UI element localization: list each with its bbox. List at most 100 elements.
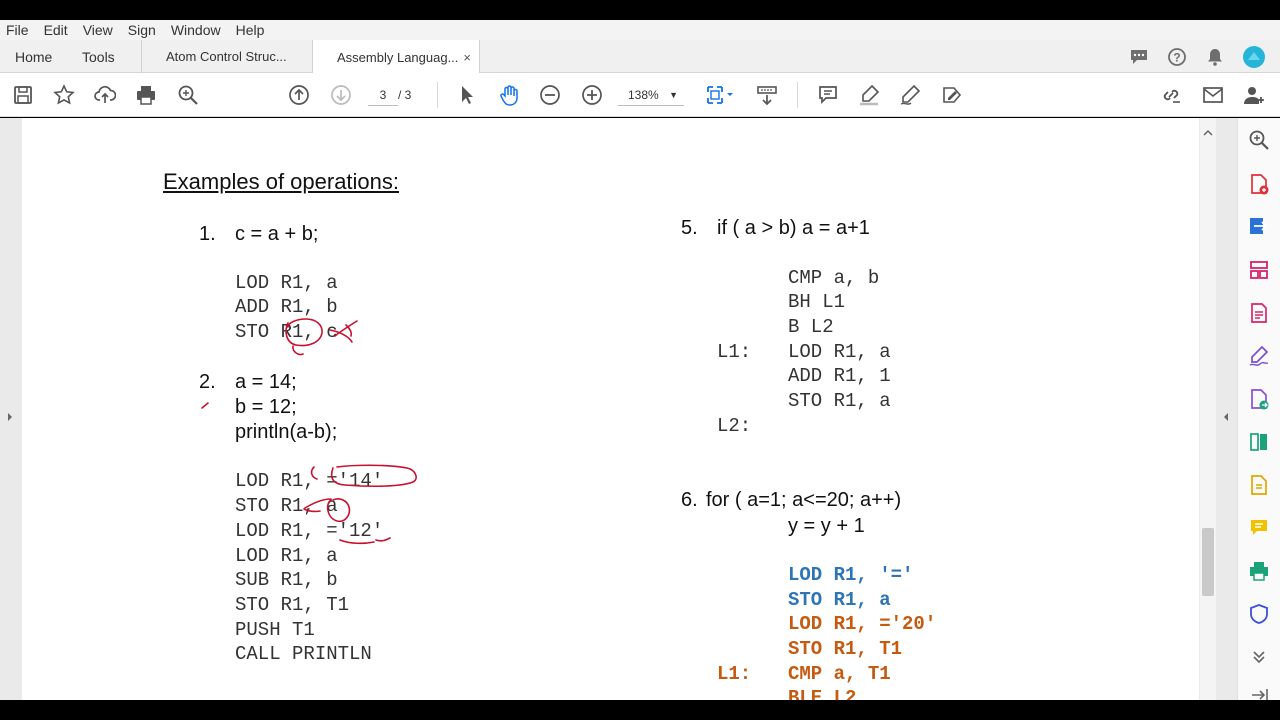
code-line: LOD R1, ='12' <box>235 520 384 542</box>
comment-bubble-icon[interactable] <box>1128 46 1150 68</box>
code-line: ADD R1, b <box>235 296 338 318</box>
bell-icon[interactable] <box>1204 46 1226 68</box>
code-line: STO R1, a <box>235 495 338 517</box>
create-pdf-icon[interactable] <box>1246 171 1272 197</box>
search-icon[interactable] <box>176 83 200 107</box>
example-body: y = y + 1 <box>788 515 865 537</box>
code-line: CALL PRINTLN <box>235 643 372 665</box>
code-line: LOD R1, ='14' <box>235 470 384 492</box>
example-number: 2. <box>199 371 216 393</box>
zoom-out-icon[interactable] <box>538 83 562 107</box>
example-statement: b = 12; <box>235 396 297 418</box>
menu-view[interactable]: View <box>83 22 113 38</box>
code-line: CMP a, b <box>788 267 880 289</box>
example-statement: a = 14; <box>235 371 297 393</box>
svg-text:?: ? <box>1173 51 1180 65</box>
tab-label: Assembly Languag... <box>337 49 459 65</box>
left-panel-toggle-icon[interactable] <box>5 410 15 424</box>
previous-page-icon[interactable] <box>287 83 311 107</box>
bookmark-star-icon[interactable] <box>52 83 76 107</box>
acrobat-window: File Edit View Sign Window Help Home Too… <box>0 0 1280 720</box>
code-line: STO R1, a <box>788 589 891 611</box>
menu-sign[interactable]: Sign <box>128 22 156 38</box>
draw-pencil-icon[interactable] <box>898 83 922 107</box>
code-label: L2: <box>717 415 752 437</box>
code-line: LOD R1, a <box>235 545 338 567</box>
code-line: BH L1 <box>788 291 846 313</box>
tab-tools[interactable]: Tools <box>82 40 115 73</box>
example-statement: if ( a > b) a = a+1 <box>717 217 870 239</box>
scroll-mode-icon[interactable] <box>755 83 779 107</box>
zoom-select[interactable]: 138% ▼ <box>618 84 684 106</box>
page-number-input[interactable]: 3 <box>368 84 398 106</box>
code-label: L1: <box>717 663 752 685</box>
page-heading: Examples of operations: <box>163 169 400 194</box>
highlight-pen-icon[interactable] <box>857 83 881 107</box>
tab-document-assembly-language[interactable]: Assembly Languag... × <box>312 40 480 74</box>
close-tab-icon[interactable]: × <box>463 50 471 65</box>
example-statement: for ( a=1; a<=20; a++) <box>706 489 902 511</box>
toolbar-divider <box>797 82 798 108</box>
tab-document-atom-control[interactable]: Atom Control Struc... <box>141 40 311 73</box>
organize-pages-icon[interactable] <box>1246 257 1272 283</box>
menu-file[interactable]: File <box>6 22 29 38</box>
print-icon[interactable] <box>134 83 158 107</box>
export-pdf-icon[interactable] <box>1246 213 1272 239</box>
combine-files-icon[interactable] <box>1246 429 1272 455</box>
help-icon[interactable]: ? <box>1166 46 1188 68</box>
code-line: STO R1, T1 <box>788 638 903 660</box>
code-line: LOD R1, a <box>788 341 891 363</box>
share-link-icon[interactable] <box>1159 83 1183 107</box>
example-number: 6. <box>681 489 698 511</box>
scan-ocr-icon[interactable] <box>1246 472 1272 498</box>
code-line: PUSH T1 <box>235 619 315 641</box>
right-panel-toggle-icon[interactable] <box>1221 410 1231 424</box>
page-fit-icon[interactable] <box>704 83 736 107</box>
menu-bar: File Edit View Sign Window Help <box>0 20 1280 40</box>
code-line: CMP a, T1 <box>788 663 891 685</box>
zoom-in-icon[interactable] <box>580 83 604 107</box>
pdf-page <box>22 118 1199 700</box>
edit-pdf-icon[interactable] <box>1246 300 1272 326</box>
code-line: STO R1, a <box>788 390 891 412</box>
comment-icon[interactable] <box>816 83 840 107</box>
vertical-scrollbar[interactable] <box>1200 118 1216 700</box>
code-line: B L2 <box>788 316 834 338</box>
tab-home[interactable]: Home <box>15 40 52 73</box>
menu-window[interactable]: Window <box>171 22 221 38</box>
menu-help[interactable]: Help <box>236 22 265 38</box>
print-production-icon[interactable] <box>1246 558 1272 584</box>
code-line: LOD R1, ='20' <box>788 613 937 635</box>
chevron-down-icon: ▼ <box>669 90 678 100</box>
toolbar-divider <box>437 82 438 108</box>
comment-tool-icon[interactable] <box>1246 515 1272 541</box>
menu-edit[interactable]: Edit <box>44 22 68 38</box>
scroll-up-icon[interactable] <box>1200 126 1216 140</box>
code-line: STO R1, c <box>235 321 338 343</box>
code-line: ADD R1, 1 <box>788 365 891 387</box>
protect-shield-icon[interactable] <box>1246 601 1272 627</box>
select-cursor-icon[interactable] <box>455 83 479 107</box>
add-user-icon[interactable] <box>1242 83 1266 107</box>
code-line: STO R1, T1 <box>235 594 350 616</box>
email-icon[interactable] <box>1201 83 1225 107</box>
fill-and-sign-icon[interactable] <box>1246 343 1272 369</box>
tab-label: Atom Control Struc... <box>166 49 287 64</box>
more-tools-chevron-icon[interactable] <box>1246 644 1272 670</box>
next-page-icon[interactable] <box>329 83 353 107</box>
save-icon[interactable] <box>11 83 35 107</box>
example-statement: println(a-b); <box>235 421 338 443</box>
code-line: SUB R1, b <box>235 569 338 591</box>
zoom-value: 138% <box>628 88 659 102</box>
hand-tool-icon[interactable] <box>497 83 521 107</box>
bottom-black-bar <box>0 700 1280 720</box>
upload-cloud-icon[interactable] <box>93 83 117 107</box>
enhance-scan-icon[interactable] <box>1246 127 1272 153</box>
fill-sign-icon[interactable] <box>940 83 964 107</box>
avatar[interactable] <box>1243 46 1265 68</box>
code-label: L1: <box>717 341 752 363</box>
send-for-signature-icon[interactable] <box>1246 386 1272 412</box>
scrollbar-thumb[interactable] <box>1202 528 1214 596</box>
example-number: 5. <box>681 217 698 239</box>
tab-bar: Home Tools Atom Control Struc... Assembl… <box>0 40 1280 74</box>
